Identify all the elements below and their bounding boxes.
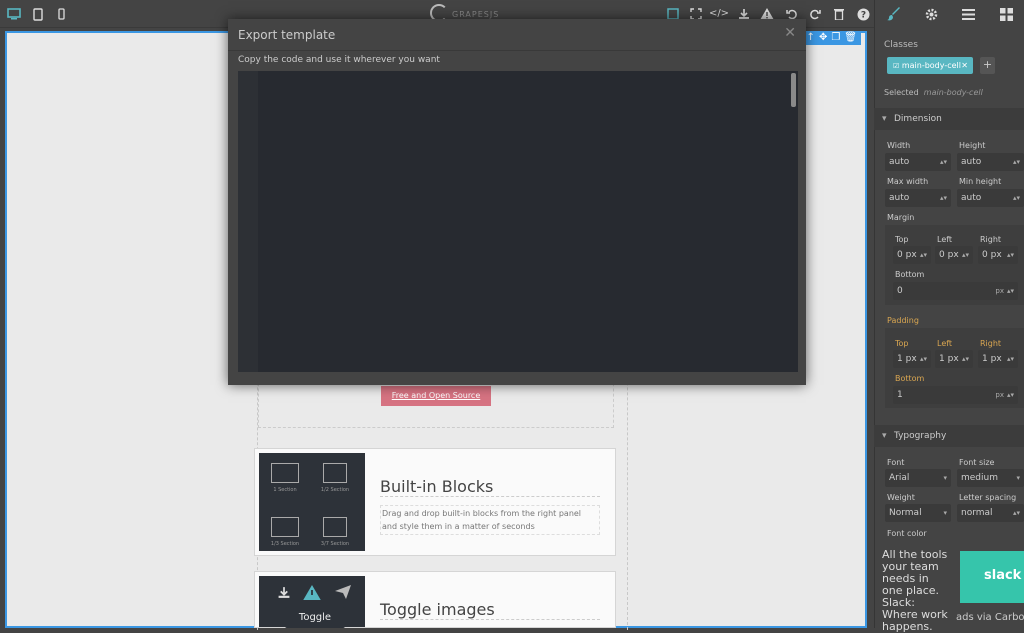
send-icon: [335, 585, 351, 599]
dimension-section-header[interactable]: Dimension: [874, 108, 1024, 130]
typography-section-header[interactable]: Typography: [874, 425, 1024, 447]
slack-ad-image[interactable]: slack: [960, 551, 1024, 603]
warning-icon: [303, 585, 321, 600]
height-label: Height: [959, 141, 985, 150]
move-icon[interactable]: ✥: [819, 31, 827, 45]
blocks-icon[interactable]: [988, 0, 1024, 28]
block-label: 1/2 Section: [310, 487, 360, 493]
card-description: Drag and drop built-in blocks from the r…: [380, 505, 600, 535]
mobile-icon[interactable]: [52, 5, 70, 23]
block-label: 1 Section: [260, 487, 310, 493]
slack-logo-text: slack: [984, 568, 1021, 583]
desktop-icon[interactable]: [5, 5, 23, 23]
spacing-label: Letter spacing: [959, 493, 1016, 502]
close-icon[interactable]: ✕: [784, 25, 796, 41]
font-color-label: Font color: [887, 529, 927, 538]
spacing-field[interactable]: normal▴▾: [957, 504, 1024, 522]
close-icon[interactable]: ✕: [961, 57, 968, 74]
height-field[interactable]: auto▴▾: [957, 153, 1024, 171]
ads-via-link[interactable]: ads via Carbon: [956, 612, 1024, 623]
clone-icon[interactable]: ❐: [831, 31, 840, 45]
component-toolbar: ↑ ✥ ❐ 🗑: [803, 31, 861, 45]
ad-text[interactable]: All the tools your team needs in one pla…: [882, 549, 950, 633]
margin-right-field[interactable]: 0 px▴▾: [978, 246, 1018, 264]
padding-top-label: Top: [895, 339, 909, 348]
block-label: 1/3 Section: [260, 541, 310, 547]
padding-left-field[interactable]: 1 px▴▾: [935, 350, 973, 368]
block-third-section-icon: [271, 517, 299, 537]
add-class-button[interactable]: +: [980, 57, 995, 74]
margin-left-label: Left: [937, 235, 952, 244]
block-label: 3/7 Section: [310, 541, 360, 547]
font-label: Font: [887, 458, 904, 467]
modal-header: Export template ✕: [228, 19, 806, 51]
trash-icon[interactable]: [830, 5, 848, 23]
padding-right-field[interactable]: 1 px▴▾: [978, 350, 1018, 368]
block-37-section-icon: [323, 517, 347, 537]
minheight-label: Min height: [959, 177, 1001, 186]
margin-top-field[interactable]: 0 px▴▾: [893, 246, 931, 264]
padding-bottom-field[interactable]: 1px▴▾: [893, 386, 1018, 404]
classes-label: Classes: [884, 40, 918, 50]
margin-bottom-field[interactable]: 0px▴▾: [893, 282, 1018, 300]
width-field[interactable]: auto▴▾: [885, 153, 951, 171]
gear-icon[interactable]: [913, 0, 951, 28]
blocks-image: 1 Section 1/2 Section 1/3 Section 3/7 Se…: [259, 453, 365, 551]
fontsize-select[interactable]: medium▾: [957, 469, 1024, 487]
selected-label: Selected main-body-cell: [884, 88, 983, 97]
layers-icon[interactable]: [950, 0, 988, 28]
download-icon: [277, 586, 291, 599]
card-built-in-blocks[interactable]: 1 Section 1/2 Section 1/3 Section 3/7 Se…: [254, 448, 616, 556]
brush-icon[interactable]: [875, 0, 913, 28]
padding-right-label: Right: [980, 339, 1001, 348]
block-half-section-icon: [323, 463, 347, 483]
padding-top-field[interactable]: 1 px▴▾: [893, 350, 931, 368]
padding-label: Padding: [887, 316, 919, 325]
svg-text:?: ?: [860, 10, 865, 20]
margin-top-label: Top: [895, 235, 909, 244]
weight-select[interactable]: Normal▾: [885, 504, 951, 522]
code-viewer[interactable]: 1<table class="main-body" style="box-siz…: [238, 71, 798, 372]
font-select[interactable]: Arial▾: [885, 469, 951, 487]
redo-icon[interactable]: [806, 5, 824, 23]
margin-bottom-label: Bottom: [895, 270, 924, 279]
margin-right-label: Right: [980, 235, 1001, 244]
delete-icon[interactable]: 🗑: [844, 31, 857, 45]
width-label: Width: [887, 141, 910, 150]
minheight-field[interactable]: auto▴▾: [957, 189, 1024, 207]
maxwidth-field[interactable]: auto▴▾: [885, 189, 951, 207]
modal-subtitle: Copy the code and use it wherever you wa…: [238, 55, 440, 65]
card-title: Toggle images: [380, 600, 600, 620]
code-scrollbar[interactable]: [791, 73, 796, 107]
modal-title: Export template: [238, 28, 335, 42]
margin-label: Margin: [887, 213, 914, 222]
margin-left-field[interactable]: 0 px▴▾: [935, 246, 973, 264]
weight-label: Weight: [887, 493, 915, 502]
maxwidth-label: Max width: [887, 177, 928, 186]
class-tag-label: main-body-cell: [902, 61, 961, 70]
toggle-button[interactable]: Toggle: [285, 607, 345, 628]
card-title: Built-in Blocks: [380, 477, 600, 497]
tablet-icon[interactable]: [29, 5, 47, 23]
panel-tabs: [875, 0, 1024, 28]
export-template-modal: Export template ✕ Copy the code and use …: [228, 19, 806, 385]
arrow-up-icon[interactable]: ↑: [807, 31, 815, 45]
padding-left-label: Left: [937, 339, 952, 348]
help-icon[interactable]: ?: [854, 5, 872, 23]
oss-button[interactable]: Free and Open Source: [381, 386, 491, 406]
class-tag[interactable]: ☑ main-body-cell ✕: [887, 57, 973, 74]
line-gutter: [238, 71, 258, 372]
padding-bottom-label: Bottom: [895, 374, 924, 383]
block-1-section-icon: [271, 463, 299, 483]
class-checkbox-icon[interactable]: ☑: [893, 62, 899, 70]
fontsize-label: Font size: [959, 458, 994, 467]
